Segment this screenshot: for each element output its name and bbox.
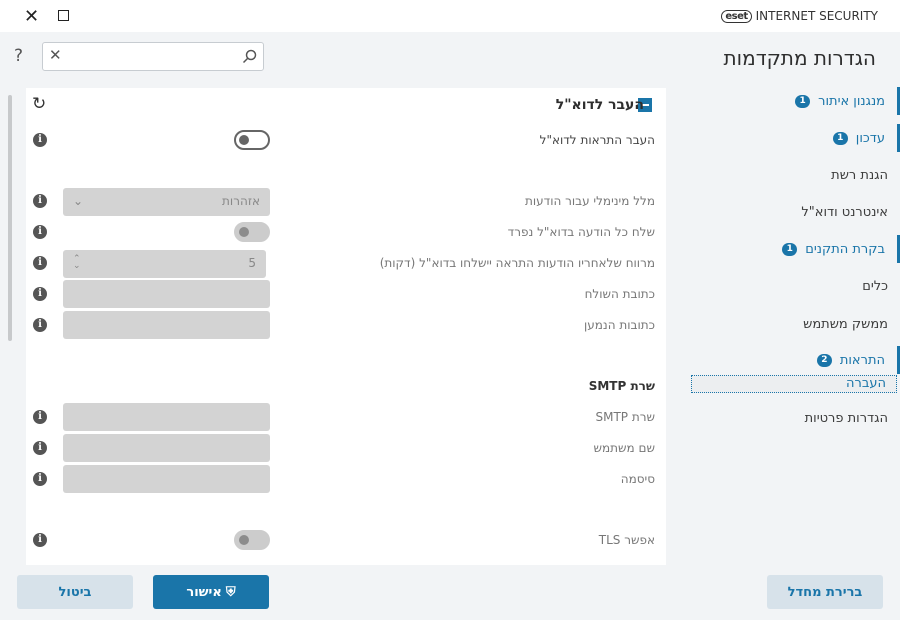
info-icon[interactable]: i [33,318,47,332]
tls-label: אפשר TLS [599,533,655,547]
info-icon[interactable]: i [33,225,47,239]
min-verbosity-dropdown[interactable]: אזהרות ⌄ [63,188,270,216]
smtp-server-input[interactable] [63,403,270,431]
sidebar-item-notifications[interactable]: התראות 2 [690,346,900,374]
search-icon[interactable] [242,49,257,64]
dropdown-value: אזהרות [222,194,260,210]
min-verbosity-label: מלל מינימלי עבור הודעות [525,194,655,208]
info-icon[interactable]: i [33,533,47,547]
maximize-window-button[interactable] [58,10,69,21]
sender-address-input[interactable] [63,280,270,308]
info-icon[interactable]: i [33,472,47,486]
separate-email-label: שלח כל הודעה בדוא"ל נפרד [508,225,655,239]
info-icon[interactable]: i [33,410,47,424]
count-badge: 1 [833,132,848,145]
default-button[interactable]: ברירת מחדל [767,575,883,609]
sidebar-item-privacy-settings[interactable]: הגדרות פרטיות [690,404,900,432]
eset-logo: eset [721,10,751,23]
shield-icon: ⛨ [226,585,236,600]
help-button[interactable]: ? [14,46,23,66]
sender-label: כתובת השולח [585,287,655,301]
recipient-address-input[interactable] [63,311,270,339]
info-icon[interactable]: i [33,287,47,301]
sidebar-item-label: הגנת רשת [831,168,888,183]
sidebar-item-web-email[interactable]: אינטרנט ודוא"ל [690,198,900,226]
clear-icon[interactable]: ✕ [49,46,62,64]
sidebar-item-label: התראות [840,353,885,368]
section-title: העבר לדוא"ל [556,97,644,113]
info-icon[interactable]: i [33,441,47,455]
smtp-server-label: שרת SMTP [595,410,655,424]
forward-toggle[interactable] [234,130,270,150]
info-icon[interactable]: i [33,256,47,270]
sidebar-item-label: עדכון [856,131,885,146]
password-label: סיסמה [621,472,655,486]
interval-label: מרווח שלאחריו הודעות התראה יישלחו בדוא"ל… [380,256,655,270]
sidebar-item-update[interactable]: עדכון 1 [690,124,900,152]
separate-email-toggle[interactable] [234,222,270,242]
ok-label: אישור [186,585,221,600]
sidebar-item-label: ממשק משתמש [803,317,888,332]
info-icon[interactable]: i [33,194,47,208]
sidebar-item-label: בקרת התקנים [805,242,885,257]
sidebar-item-detection-engine[interactable]: מנגנון איתור 1 [690,87,900,115]
reset-icon[interactable]: ↻ [32,94,46,114]
forward-label: העבר התראות לדוא"ל [540,133,655,147]
interval-stepper[interactable]: 5 ⌃⌄ [63,250,266,278]
sidebar-item-tools[interactable]: כלים [690,272,900,300]
page-title: הגדרות מתקדמות [724,46,876,70]
smtp-section-header: שרת SMTP [589,379,655,393]
count-badge: 1 [795,95,810,108]
count-badge: 1 [782,243,797,256]
sidebar-item-label: מנגנון איתור [818,94,885,109]
search-input[interactable]: ✕ [42,42,264,71]
cancel-button[interactable]: ביטול [17,575,133,609]
info-icon[interactable]: i [33,133,47,147]
stepper-arrows-icon[interactable]: ⌃⌄ [73,256,81,272]
username-input[interactable] [63,434,270,462]
sidebar-item-user-interface[interactable]: ממשק משתמש [690,310,900,338]
sidebar-item-label: כלים [862,279,888,294]
close-window-button[interactable]: ✕ [24,6,39,27]
count-badge: 2 [817,354,832,367]
sidebar-item-label: אינטרנט ודוא"ל [801,205,888,220]
sidebar-item-network-protection[interactable]: הגנת רשת [690,161,900,189]
sidebar-item-device-control[interactable]: בקרת התקנים 1 [690,235,900,263]
username-label: שם משתמש [594,441,655,455]
sidebar-item-label: הגדרות פרטיות [805,411,888,426]
chevron-down-icon: ⌄ [73,194,83,210]
brand: eset INTERNET SECURITY [721,9,878,23]
sidebar-subitem-forwarding[interactable]: העברה [691,375,897,393]
password-input[interactable] [63,465,270,493]
scrollbar[interactable] [8,95,12,341]
tls-toggle[interactable] [234,530,270,550]
product-name: INTERNET SECURITY [756,9,878,23]
stepper-value: 5 [248,256,256,272]
ok-button[interactable]: ⛨ אישור [153,575,269,609]
recipient-label: כתובות הנמען [584,318,655,332]
